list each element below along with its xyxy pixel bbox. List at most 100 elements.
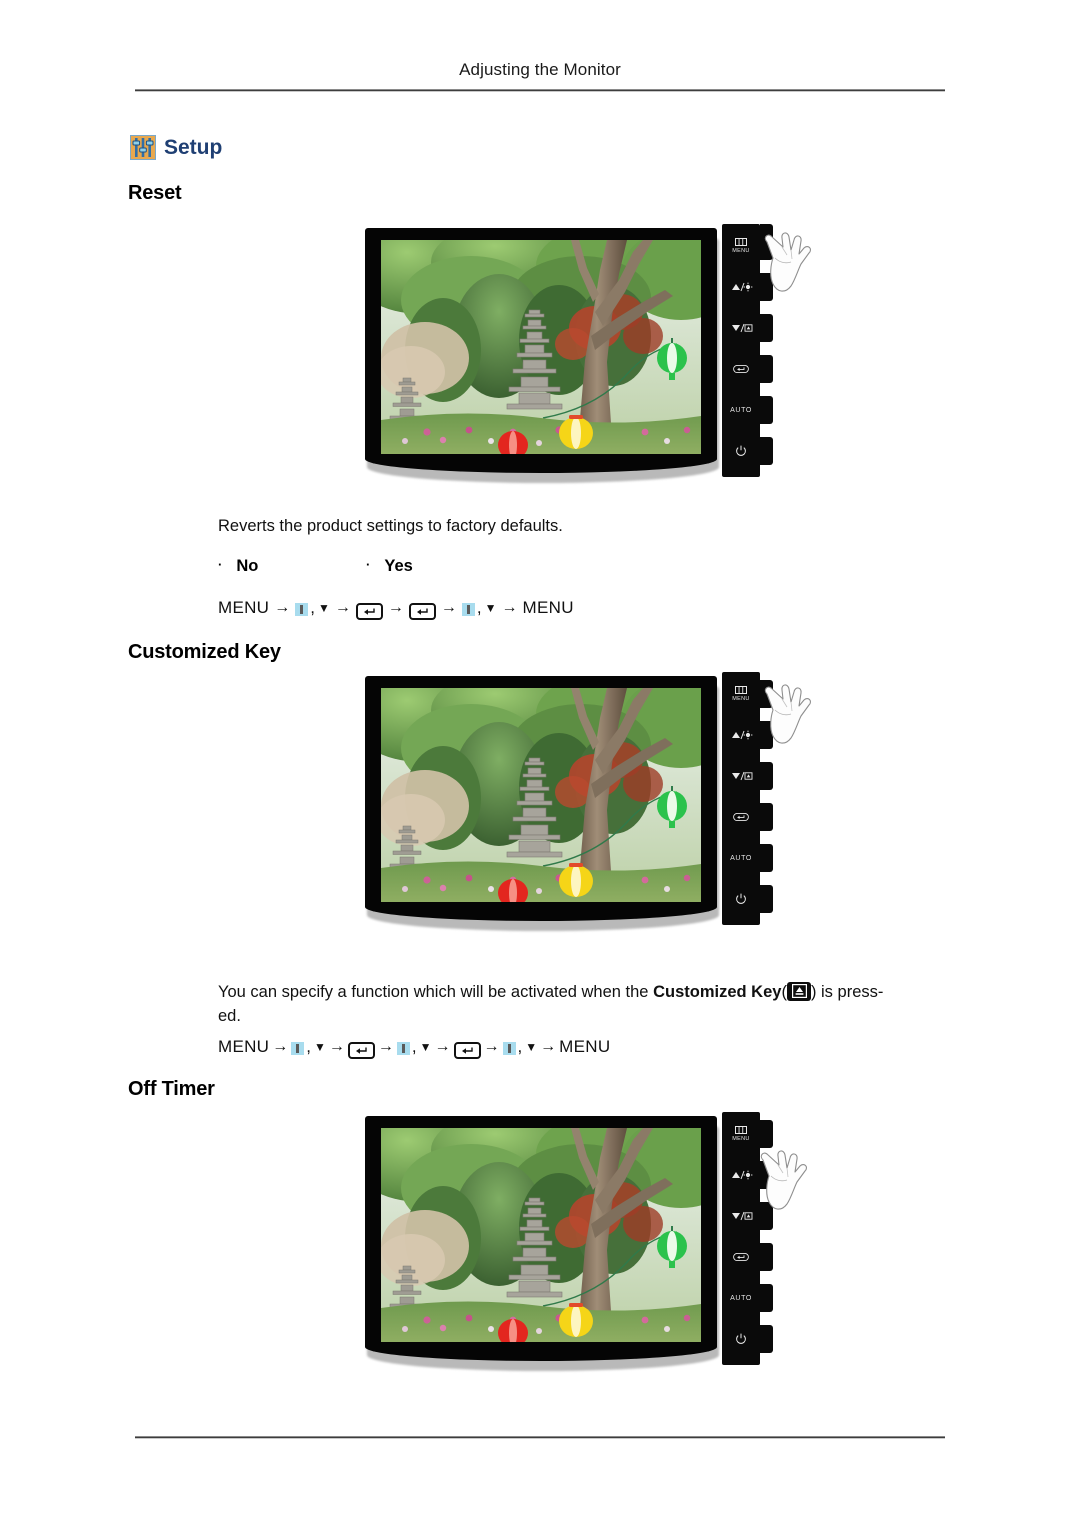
option-yes-label: Yes	[384, 557, 413, 575]
customized-key-button[interactable]	[722, 762, 760, 790]
enter-key-icon	[347, 1041, 375, 1059]
reset-description: Reverts the product settings to factory …	[218, 517, 563, 535]
comma-separator: ,	[310, 598, 315, 617]
brightness-up-button[interactable]	[722, 1161, 760, 1189]
button-tab	[760, 680, 773, 708]
button-tabs	[760, 1112, 773, 1365]
section-heading-off-timer: Off Timer	[128, 1078, 215, 1100]
monitor-body	[365, 228, 719, 483]
customized-key-key-sequence: MENU → , ▼ → → , ▼ → → , ▼ → MENU	[218, 1037, 611, 1059]
comma-separator: ,	[476, 598, 482, 617]
monitor-body	[365, 676, 719, 931]
enter-button[interactable]	[722, 355, 760, 383]
enter-button[interactable]	[722, 1243, 760, 1271]
keyseq-menu-start: MENU	[218, 1037, 270, 1056]
customized-key-icon	[729, 323, 753, 333]
button-tab	[760, 1325, 773, 1353]
menu-button-label: MENU	[732, 1136, 750, 1142]
menu-icon	[735, 1126, 747, 1134]
button-tab	[760, 273, 773, 301]
menu-button[interactable]: MENU	[722, 1120, 760, 1148]
arrow-icon: →	[272, 1038, 289, 1055]
enter-key-icon	[355, 602, 383, 620]
option-no[interactable]: · No	[218, 557, 366, 576]
reset-options: · No · Yes	[218, 557, 413, 576]
button-tab	[760, 1161, 773, 1189]
footer-divider	[135, 1436, 945, 1439]
monitor-figure-customized-key: MENU AUTO	[355, 668, 812, 958]
monitor-screen	[381, 1128, 701, 1342]
bullet-icon: ·	[366, 557, 371, 572]
arrow-icon: →	[434, 1038, 451, 1055]
brightness-up-button[interactable]	[722, 721, 760, 749]
arrow-icon: →	[440, 599, 457, 616]
down-triangle-icon: ▼	[318, 601, 330, 615]
button-tab	[760, 885, 773, 913]
enter-icon	[733, 812, 749, 822]
setup-section-title: Setup	[130, 135, 222, 160]
monitor-screen	[381, 688, 701, 902]
customized-key-icon	[729, 1211, 753, 1221]
customized-key-glyph-icon	[786, 982, 811, 1001]
button-tab	[760, 721, 773, 749]
customized-key-button[interactable]	[722, 1202, 760, 1230]
arrow-icon: →	[483, 1038, 500, 1055]
header-divider	[135, 89, 945, 92]
customized-key-description: You can specify a function which will be…	[218, 978, 963, 1029]
arrow-icon: →	[387, 599, 404, 616]
enter-icon	[733, 364, 749, 374]
button-tab	[760, 1202, 773, 1230]
power-button[interactable]	[722, 885, 760, 913]
button-tabs	[760, 672, 773, 925]
enter-button[interactable]	[722, 803, 760, 831]
customized-key-button[interactable]	[722, 314, 760, 342]
button-tab	[760, 396, 773, 424]
arrow-icon: →	[540, 1038, 557, 1055]
menu-button[interactable]: MENU	[722, 232, 760, 260]
power-icon	[735, 445, 747, 457]
button-tab	[760, 437, 773, 465]
auto-button-label: AUTO	[730, 1294, 752, 1302]
button-tab	[760, 355, 773, 383]
setup-label: Setup	[164, 136, 223, 159]
menu-button[interactable]: MENU	[722, 680, 760, 708]
page-header-title: Adjusting the Monitor	[459, 60, 621, 79]
auto-button[interactable]: AUTO	[722, 844, 760, 872]
arrow-icon: →	[328, 1038, 345, 1055]
keyseq-menu-end: MENU	[522, 598, 574, 617]
option-yes[interactable]: · Yes	[366, 557, 413, 576]
monitor-figure-reset: MENU AUTO	[355, 220, 812, 510]
desc-suffix: ) is press-	[810, 983, 884, 1001]
power-button[interactable]	[722, 437, 760, 465]
power-button[interactable]	[722, 1325, 760, 1353]
brightness-up-icon	[729, 282, 753, 292]
brightness-up-button[interactable]	[722, 273, 760, 301]
garden-photo	[381, 1128, 701, 1342]
auto-button[interactable]: AUTO	[722, 396, 760, 424]
monitor-body	[365, 1116, 719, 1371]
blue-square-icon	[396, 1041, 410, 1055]
monitor-button-panel: MENU AUTO	[722, 224, 760, 477]
monitor-screen	[381, 240, 701, 454]
button-tab	[760, 314, 773, 342]
menu-icon	[735, 238, 747, 246]
sliders-icon	[130, 135, 156, 160]
reset-key-sequence: MENU → , ▼ → → → , ▼ → MENU	[218, 598, 574, 620]
enter-icon	[733, 1252, 749, 1262]
brightness-up-icon	[729, 730, 753, 740]
section-heading-reset: Reset	[128, 182, 182, 204]
desc-prefix: You can specify a function which will be…	[218, 983, 654, 1001]
comma-separator: ,	[306, 1037, 311, 1056]
monitor-button-panel: MENU AUTO	[722, 672, 760, 925]
auto-button[interactable]: AUTO	[722, 1284, 760, 1312]
garden-photo	[381, 240, 701, 454]
menu-button-label: MENU	[732, 696, 750, 702]
bullet-icon: ·	[218, 557, 223, 572]
keyseq-menu-end: MENU	[559, 1037, 611, 1056]
comma-separator: ,	[517, 1037, 523, 1056]
enter-key-icon	[453, 1041, 481, 1059]
manual-page: Adjusting the Monitor Setup Reset MENU A…	[0, 0, 1080, 1527]
comma-separator: ,	[411, 1037, 417, 1056]
option-no-label: No	[236, 557, 259, 575]
auto-button-label: AUTO	[730, 854, 752, 862]
